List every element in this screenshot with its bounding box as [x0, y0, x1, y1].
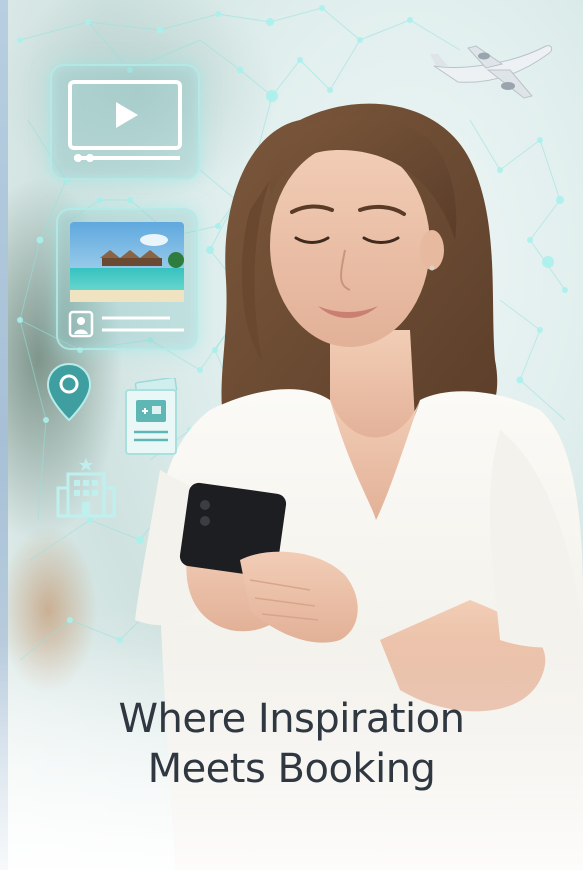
hotel-wrapper — [56, 456, 116, 520]
poster: Where Inspiration Meets Booking — [0, 0, 583, 870]
play-video-icon — [68, 80, 182, 162]
profile-card-icon — [68, 310, 184, 338]
airplane-wrapper — [428, 36, 554, 106]
photo-card — [56, 208, 198, 350]
headline-line-1: Where Inspiration — [118, 696, 465, 742]
map-pin-wrapper — [46, 362, 92, 422]
video-card — [50, 64, 200, 180]
map-pin-icon — [46, 362, 92, 422]
airplane-icon — [430, 45, 553, 99]
ticket-document-icon — [125, 376, 178, 455]
ticket-document-wrapper — [122, 376, 180, 458]
headline: Where Inspiration Meets Booking — [0, 694, 583, 794]
headline-line-2: Meets Booking — [147, 746, 436, 792]
hotel-icon — [56, 458, 116, 518]
